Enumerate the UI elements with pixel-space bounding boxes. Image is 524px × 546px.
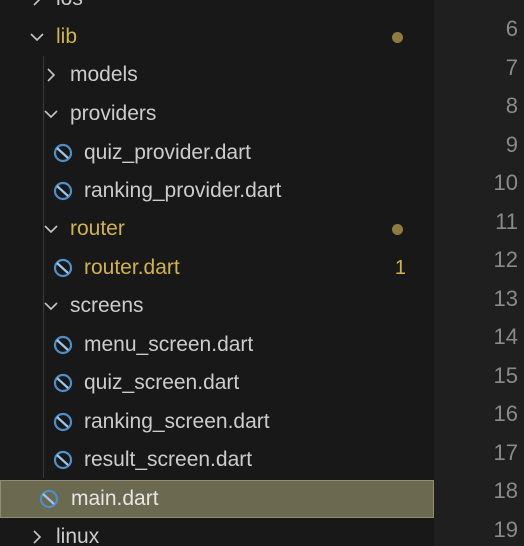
tree-item-quiz-screen[interactable]: quiz_screen.dart [0, 364, 434, 402]
tree-item-router-dart[interactable]: router.dart 1 [0, 249, 434, 287]
tree-item-quiz-provider[interactable]: quiz_provider.dart [0, 134, 434, 172]
tree-item-label: linux [56, 525, 100, 546]
tree-item-label: screens [70, 294, 144, 317]
dart-file-icon [53, 258, 73, 278]
tree-item-models[interactable]: models [0, 56, 434, 94]
tree-item-ranking-screen[interactable]: ranking_screen.dart [0, 403, 434, 441]
tree-item-router[interactable]: router [0, 210, 434, 248]
chevron-down-icon [28, 28, 46, 46]
line-number: 10 [493, 170, 518, 195]
line-number: 9 [505, 132, 518, 157]
line-number: 11 [495, 209, 518, 234]
line-number: 18 [493, 478, 518, 503]
chevron-right-icon [28, 528, 46, 546]
line-number: 8 [505, 93, 518, 118]
chevron-right-icon [42, 66, 60, 84]
line-number: 17 [493, 440, 518, 465]
problem-count-badge: 1 [394, 257, 406, 279]
line-number: 6 [505, 16, 518, 41]
tree-item-label: ios [56, 0, 83, 12]
dart-file-icon [53, 181, 73, 201]
tree-item-main-dart[interactable]: main.dart [0, 480, 434, 518]
tree-item-lib[interactable]: lib [0, 18, 434, 56]
tree-item-screens[interactable]: screens [0, 287, 434, 325]
line-number: 7 [505, 55, 518, 80]
tree-item-label: ranking_screen.dart [84, 410, 270, 433]
file-explorer: ios lib models providers quiz_provider.d… [0, 0, 434, 546]
tree-item-linux[interactable]: linux [0, 518, 434, 546]
line-number: 19 [493, 517, 518, 542]
modified-dot [392, 32, 403, 43]
tree-item-label: models [70, 63, 138, 86]
tree-item-menu-screen[interactable]: menu_screen.dart [0, 326, 434, 364]
chevron-down-icon [42, 220, 60, 238]
dart-file-icon [39, 489, 59, 509]
tree-item-label: result_screen.dart [84, 448, 253, 471]
tree-item-label: router [70, 217, 125, 240]
tree-item-label: main.dart [71, 487, 159, 510]
line-number: 16 [493, 401, 518, 426]
tree-item-label: lib [56, 25, 78, 48]
tree-item-label: providers [70, 102, 157, 125]
editor-gutter: 6 7 8 9 10 11 12 13 14 15 16 17 18 19 [434, 0, 524, 546]
chevron-down-icon [42, 105, 60, 123]
tree-item-result-screen[interactable]: result_screen.dart [0, 441, 434, 479]
dart-file-icon [53, 335, 73, 355]
line-number: 13 [493, 286, 518, 311]
tree-item-ios[interactable]: ios [0, 0, 434, 18]
tree-item-label: router.dart [84, 256, 180, 279]
dart-file-icon [53, 373, 73, 393]
tree-item-ranking-provider[interactable]: ranking_provider.dart [0, 172, 434, 210]
dart-file-icon [53, 450, 73, 470]
modified-dot [392, 224, 403, 235]
dart-file-icon [53, 143, 73, 163]
tree-item-label: quiz_screen.dart [84, 371, 240, 394]
line-number: 14 [493, 324, 518, 349]
tree-item-label: menu_screen.dart [84, 333, 254, 356]
tree-item-providers[interactable]: providers [0, 95, 434, 133]
line-number: 15 [493, 363, 518, 388]
tree-item-label: quiz_provider.dart [84, 141, 251, 164]
dart-file-icon [53, 412, 73, 432]
line-number: 12 [493, 247, 518, 272]
chevron-right-icon [28, 0, 46, 8]
chevron-down-icon [42, 297, 60, 315]
tree-item-label: ranking_provider.dart [84, 179, 282, 202]
